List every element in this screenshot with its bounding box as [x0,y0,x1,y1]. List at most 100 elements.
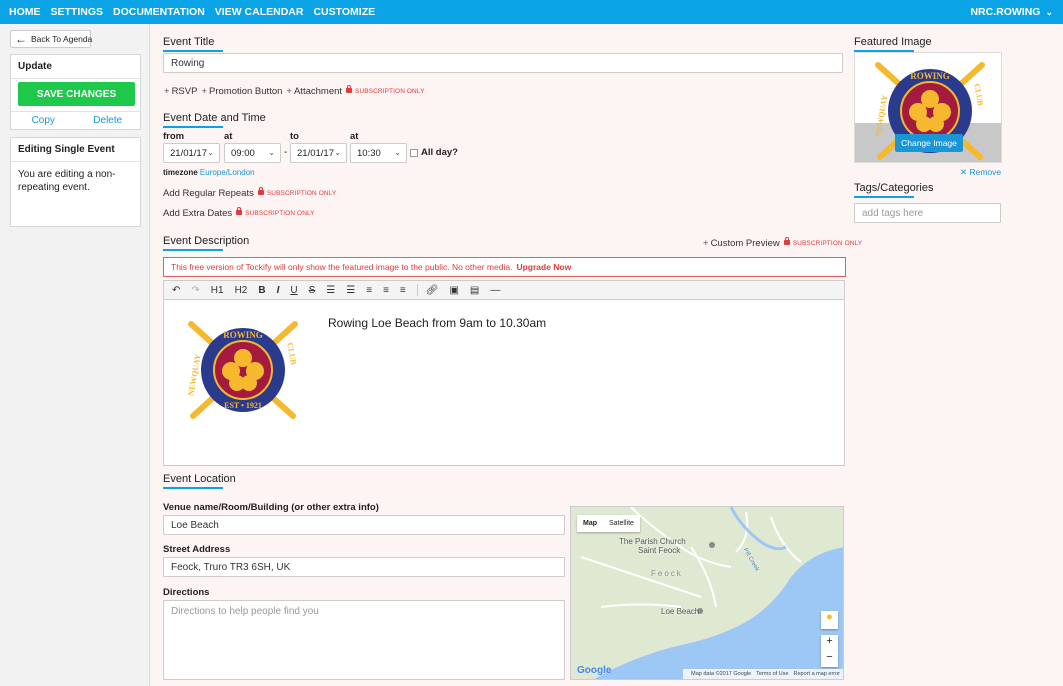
nav-settings[interactable]: SETTINGS [51,6,104,18]
tags-heading: Tags/Categories [854,182,934,198]
map-label-loe-beach: Loe Beach [661,607,700,616]
attachment-link[interactable]: Attachment [294,86,342,97]
timezone-row: timezone Europe/London [163,168,255,177]
update-panel: Update SAVE CHANGES Copy Delete [10,54,141,130]
undo-icon[interactable]: ↶ [172,285,180,296]
event-description-heading: Event Description [163,235,250,251]
align-left-icon[interactable]: ≡ [366,285,372,296]
sidebar: ← Back To Agenda Update SAVE CHANGES Cop… [0,24,150,686]
end-date-value: 21/01/17 [297,147,334,159]
terms-of-use-link[interactable]: Terms of Use [756,671,788,677]
timezone-label: timezone [163,168,198,177]
description-editor[interactable]: ROWING NEWQUAY CLUB EST • 1921 Rowing Lo… [163,300,845,466]
nav-home[interactable]: HOME [9,6,41,18]
video-icon[interactable]: ▤ [470,285,479,296]
description-body-text: Rowing Loe Beach from 9am to 10.30am [328,316,547,330]
rsvp-link[interactable]: RSVP [172,86,198,97]
subscription-only-badge: SUBSCRIPTION ONLY [346,85,424,95]
lock-icon [346,85,353,93]
start-date-select[interactable]: 21/01/17 ⌄ [163,143,220,163]
numbered-list-icon[interactable]: ☰ [346,285,355,296]
heading1-button[interactable]: H1 [211,285,224,296]
plus-icon: + [164,86,170,97]
update-title: Update [11,55,140,79]
arrow-left-icon: ← [15,32,27,46]
add-regular-repeats-link[interactable]: Add Regular Repeats [163,188,254,199]
account-menu[interactable]: NRC.ROWING ⌄ [970,0,1053,24]
directions-label: Directions [163,587,210,598]
underline-button[interactable]: U [290,285,297,296]
close-icon: ✕ [960,167,968,177]
remove-image-link[interactable]: ✕ Remove [960,167,1001,178]
lock-icon [257,187,264,195]
delete-link[interactable]: Delete [76,112,141,129]
event-title-heading: Event Title [163,36,224,52]
strikethrough-button[interactable]: S [309,285,316,296]
end-time-select[interactable]: 10:30 ⌄ [350,143,407,163]
tags-input[interactable]: add tags here [854,203,1001,223]
map-label-church: The Parish Church [619,537,686,546]
logo-left-text: NEWQUAY [186,353,202,396]
copy-link[interactable]: Copy [11,112,76,129]
map-label-church-2: Saint Feock [638,546,681,555]
back-label: Back To Agenda [31,34,93,44]
bold-button[interactable]: B [258,285,265,296]
horizontal-rule-icon[interactable]: — [490,285,500,296]
heading2-button[interactable]: H2 [235,285,248,296]
map-tab[interactable]: Map [577,515,603,532]
start-time-select[interactable]: 09:00 ⌄ [224,143,281,163]
report-map-error-link[interactable]: Report a map error [794,671,840,677]
to-label: to [290,131,299,142]
image-icon[interactable]: ▣ [449,285,458,296]
map-data-credit: Map data ©2017 Google [691,671,752,677]
featured-logo-left-text: NEWQUAY [873,94,889,137]
top-nav: HOME SETTINGS DOCUMENTATION VIEW CALENDA… [0,0,1063,24]
chevron-down-icon: ⌄ [1045,6,1053,17]
nav-view-calendar[interactable]: VIEW CALENDAR [215,6,304,18]
custom-preview-link[interactable]: Custom Preview [711,238,780,249]
italic-button[interactable]: I [277,285,280,296]
directions-textarea[interactable]: Directions to help people find you [163,600,565,680]
zoom-in-button[interactable]: + [821,635,838,651]
chevron-down-icon: ⌄ [268,148,275,157]
street-view-pegman-icon[interactable]: ● [821,611,838,629]
location-map[interactable]: Map Satellite The Parish Church Saint Fe… [570,506,844,680]
google-logo: Google [577,665,611,676]
editing-title: Editing Single Event [11,138,140,162]
extras-row: + RSVP + Promotion Button + Attachment SUBS… [164,85,425,97]
all-day-label: All day? [421,147,458,158]
map-label-feock: Feock [651,569,683,578]
promotion-button-link[interactable]: Promotion Button [209,86,282,97]
back-to-agenda-button[interactable]: ← Back To Agenda [10,30,93,48]
satellite-tab[interactable]: Satellite [603,515,640,532]
save-changes-button[interactable]: SAVE CHANGES [18,82,135,106]
link-icon[interactable]: 🔗︎ [426,285,439,296]
add-extra-dates-link[interactable]: Add Extra Dates [163,208,232,219]
bullet-list-icon[interactable]: ☰ [326,285,335,296]
zoom-out-button[interactable]: − [821,651,838,667]
all-day-checkbox[interactable] [410,149,418,157]
nav-customize[interactable]: CUSTOMIZE [313,6,375,18]
editing-text: You are editing a non-repeating event. [18,169,116,193]
event-title-input[interactable]: Rowing [163,53,843,73]
venue-label: Venue name/Room/Building (or other extra… [163,502,379,513]
timezone-link[interactable]: Europe/London [200,168,255,177]
plus-icon: + [286,86,292,97]
update-actions: Copy Delete [11,111,140,129]
change-image-button[interactable]: Change Image [895,134,963,152]
regular-repeats-row: Add Regular Repeats SUBSCRIPTION ONLY [163,187,336,199]
plus-icon: + [201,86,207,97]
street-address-input[interactable]: Feock, Truro TR3 6SH, UK [163,557,565,577]
lock-icon [783,237,790,245]
upgrade-now-link[interactable]: Upgrade Now [516,262,571,272]
logo-bottom-text: EST • 1921 [224,401,262,410]
nav-documentation[interactable]: DOCUMENTATION [113,6,205,18]
redo-icon[interactable]: ↷ [191,285,199,296]
map-footer: Map data ©2017 Google Terms of Use Repor… [683,669,843,679]
at-label: at [224,131,233,142]
align-right-icon[interactable]: ≡ [400,285,406,296]
end-date-select[interactable]: 21/01/17 ⌄ [290,143,347,163]
featured-logo-top-text: ROWING [910,71,950,81]
align-center-icon[interactable]: ≡ [383,285,389,296]
venue-input[interactable]: Loe Beach [163,515,565,535]
